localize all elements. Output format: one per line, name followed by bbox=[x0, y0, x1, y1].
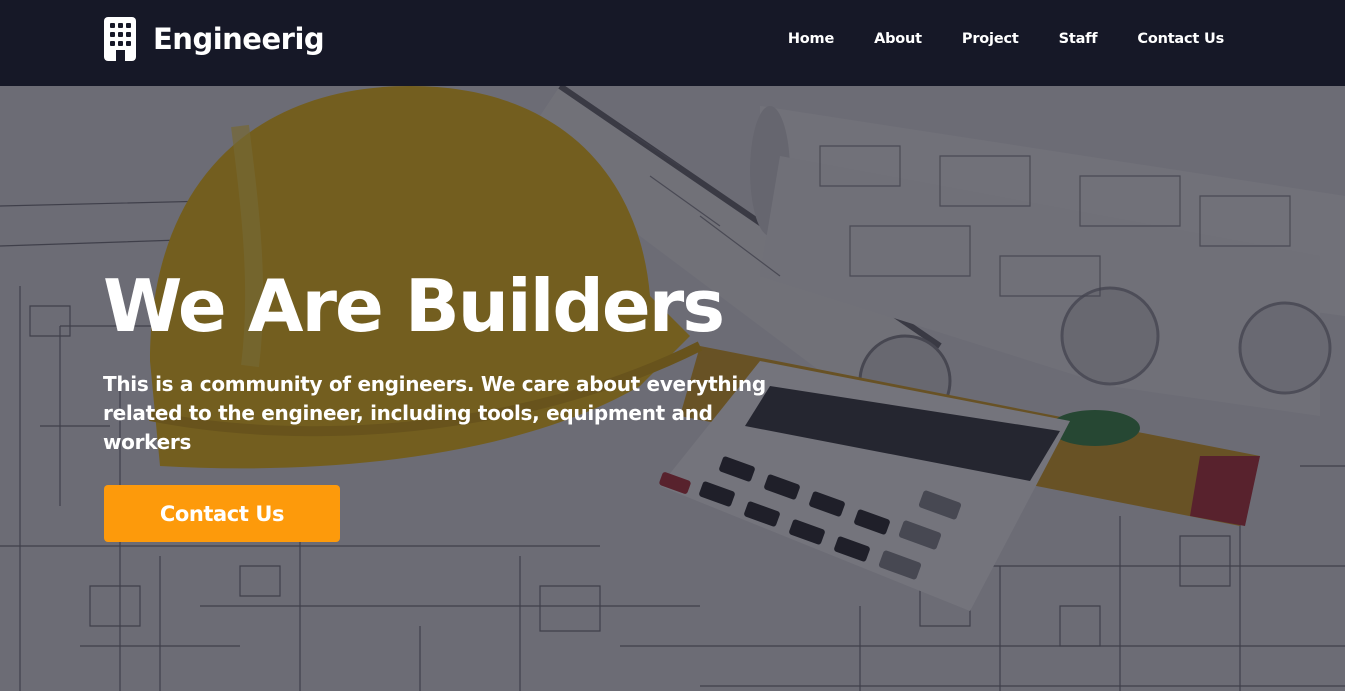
nav-link-staff[interactable]: Staff bbox=[1059, 31, 1098, 47]
brand-name: Engineerig bbox=[153, 22, 325, 56]
nav-link-about[interactable]: About bbox=[874, 31, 922, 47]
nav-link-project[interactable]: Project bbox=[962, 31, 1019, 47]
navbar: Engineerig Home About Project Staff Cont… bbox=[0, 0, 1345, 86]
hero-section: We Are Builders This is a community of e… bbox=[0, 86, 1345, 691]
building-icon bbox=[104, 17, 136, 62]
hero-content: We Are Builders This is a community of e… bbox=[103, 266, 863, 457]
nav-link-home[interactable]: Home bbox=[788, 31, 834, 47]
main-nav: Home About Project Staff Contact Us bbox=[788, 31, 1224, 47]
hero-subtitle: This is a community of engineers. We car… bbox=[103, 372, 766, 454]
hero-title: We Are Builders bbox=[103, 264, 725, 348]
nav-link-contact-us[interactable]: Contact Us bbox=[1137, 31, 1224, 47]
contact-us-button[interactable]: Contact Us bbox=[104, 485, 340, 542]
brand-logo[interactable]: Engineerig bbox=[103, 16, 325, 62]
